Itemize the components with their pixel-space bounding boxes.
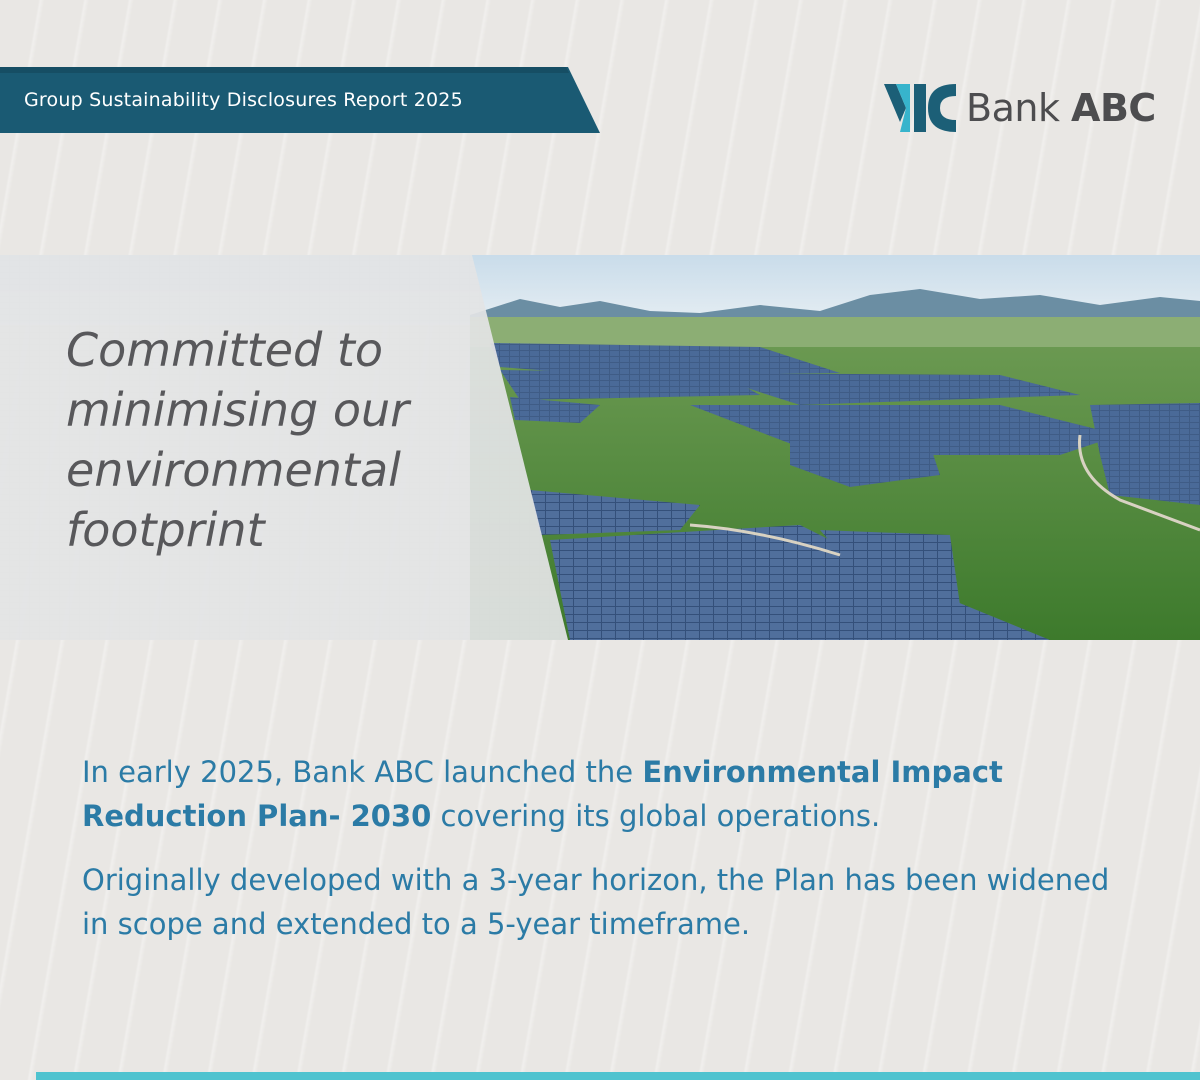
bank-abc-logo: Bank ABC <box>884 84 1164 134</box>
logo-wordmark: Bank ABC <box>966 86 1156 130</box>
logo-mark-icon <box>884 84 956 132</box>
report-title-banner: Group Sustainability Disclosures Report … <box>0 67 600 133</box>
paragraph-plan-extension: Originally developed with a 3-year horiz… <box>82 863 1110 941</box>
bottom-accent-bar <box>36 1072 1200 1080</box>
body-text: In early 2025, Bank ABC launched the Env… <box>82 750 1132 966</box>
paragraph-plan-launch: In early 2025, Bank ABC launched the Env… <box>82 750 1132 838</box>
logo-word-abc: ABC <box>1071 86 1156 130</box>
logo-word-bank: Bank <box>966 86 1060 130</box>
hero-heading: Committed to minimising our environmenta… <box>66 323 410 557</box>
report-title: Group Sustainability Disclosures Report … <box>24 89 463 111</box>
paragraph1-outro: covering its global operations. <box>431 799 881 833</box>
paragraph1-intro: In early 2025, Bank ABC launched the <box>82 755 643 789</box>
